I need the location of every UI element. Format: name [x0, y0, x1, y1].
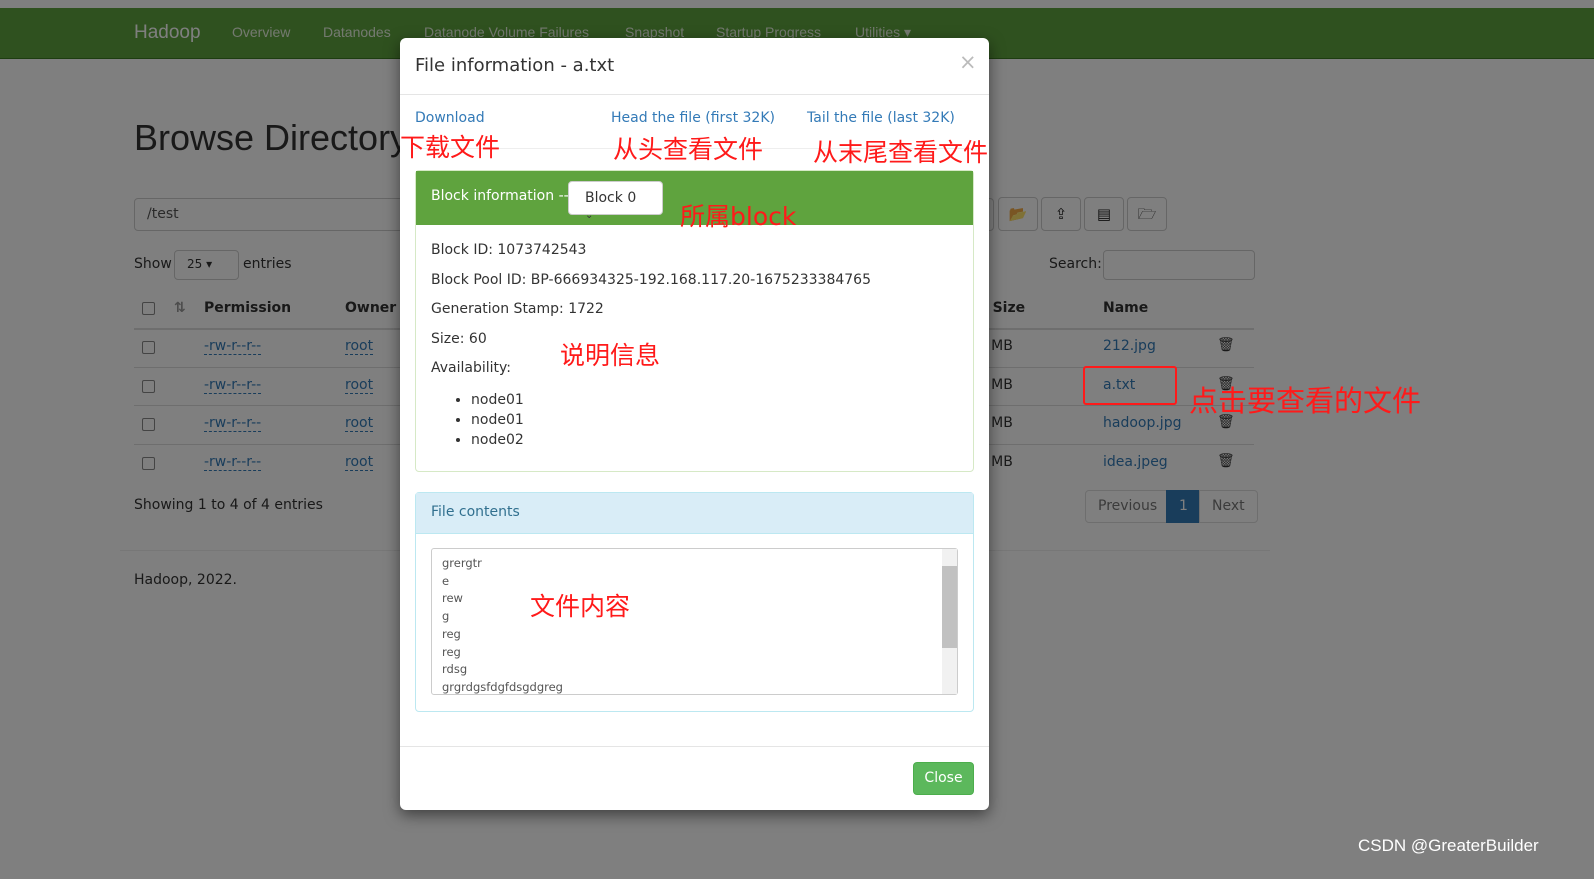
block-select[interactable]: Block 0 ⌄	[568, 181, 663, 221]
watermark: CSDN @GreaterBuilder	[1358, 836, 1539, 855]
scrollbar[interactable]	[942, 549, 957, 694]
modal-title: File information - a.txt	[415, 55, 615, 76]
annotation-download: 下载文件	[400, 133, 501, 162]
footer-divider	[400, 746, 989, 747]
node-list: node01 node01 node02	[471, 390, 524, 450]
head-link[interactable]: Head the file (first 32K)	[611, 110, 775, 126]
block-size: Size: 60	[431, 331, 487, 347]
block-select-value: Block 0	[585, 190, 637, 206]
block-id: Block ID: 1073742543	[431, 242, 587, 258]
annotation-info: 说明信息	[560, 341, 661, 370]
availability-label: Availability:	[431, 360, 512, 376]
contents-heading: File contents	[416, 493, 973, 534]
close-x-icon[interactable]: ×	[959, 50, 977, 74]
annotation-contents: 文件内容	[530, 592, 631, 621]
annotation-tail: 从末尾查看文件	[813, 138, 989, 167]
close-button[interactable]: Close	[913, 762, 974, 795]
block-heading: Block information --	[431, 188, 569, 204]
pool-id: Block Pool ID: BP-666934325-192.168.117.…	[431, 272, 871, 288]
chevron-down-icon: ⌄	[585, 210, 594, 221]
file-contents-textarea[interactable]: grergtr e rew g reg reg rdsg grgrdgsfdgf…	[431, 548, 958, 695]
node-item: node01	[471, 410, 524, 430]
node-item: node02	[471, 430, 524, 450]
node-item: node01	[471, 390, 524, 410]
annotation-head: 从头查看文件	[613, 135, 764, 164]
tail-link[interactable]: Tail the file (last 32K)	[807, 110, 955, 126]
header-divider	[400, 94, 989, 95]
annotation-block: 所属block	[680, 202, 797, 231]
highlight-box	[1083, 366, 1177, 405]
download-link[interactable]: Download	[415, 110, 485, 126]
annotation-click: 点击要查看的文件	[1189, 384, 1422, 418]
generation-stamp: Generation Stamp: 1722	[431, 301, 604, 317]
